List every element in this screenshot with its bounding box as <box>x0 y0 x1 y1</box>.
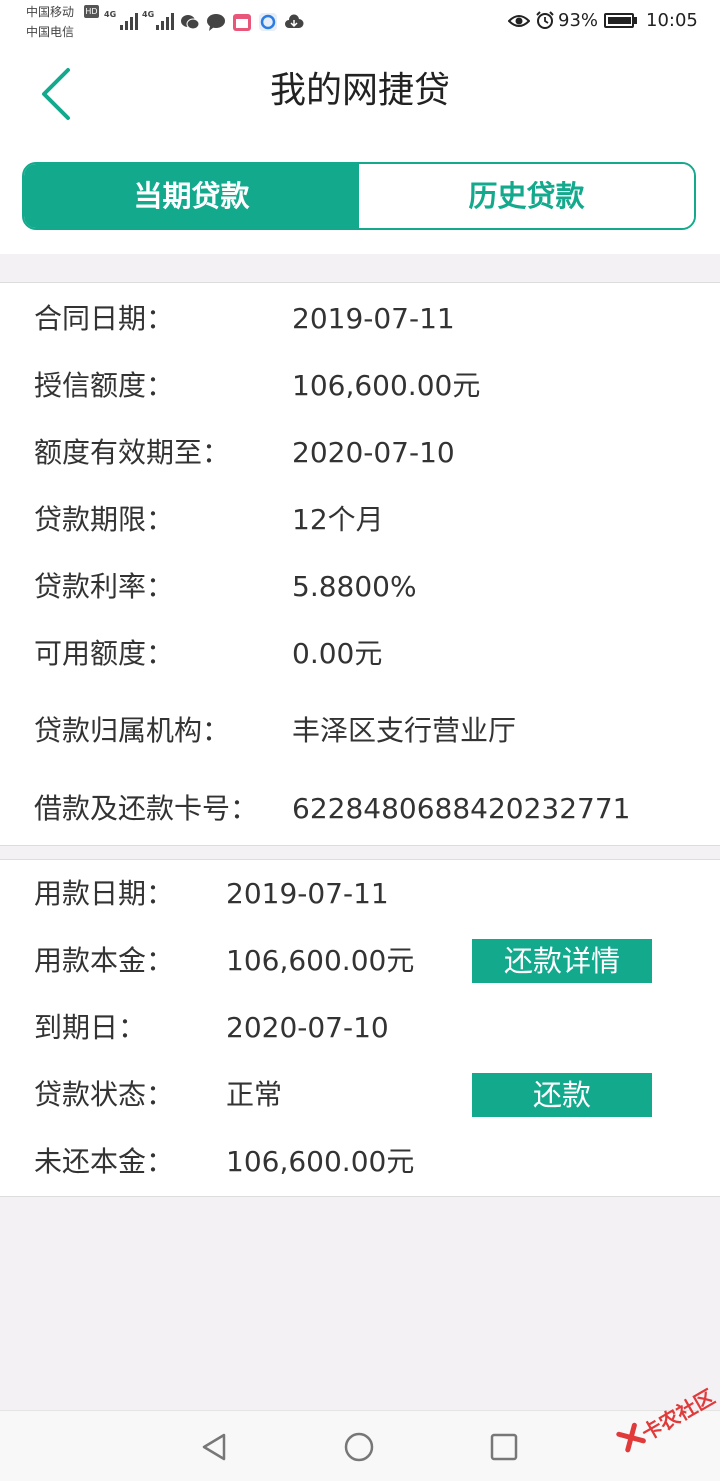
status-bar: 中国移动 中国电信 HD 4G 4G 93% 10:05 <box>0 0 720 46</box>
drawdown-date-value: 2019-07-11 <box>226 877 389 910</box>
signal-strength-icon: 4G <box>142 10 174 30</box>
principal-value: 106,600.00元 <box>226 944 415 977</box>
contract-date-value: 2019-07-11 <box>292 302 455 335</box>
limit-valid-until-value: 2020-07-10 <box>292 436 455 469</box>
repayment-details-button[interactable]: 还款详情 <box>472 939 652 983</box>
tab-history-loan[interactable]: 历史贷款 <box>359 164 694 228</box>
network-type-label: 4G <box>142 10 155 19</box>
hd-badge: HD <box>84 5 99 18</box>
loan-term-label: 贷款期限： <box>34 503 175 536</box>
loan-branch-value: 丰泽区支行营业厅 <box>292 714 517 747</box>
signal-strength-icon: 4G <box>104 10 138 30</box>
interest-rate-value: 5.8800% <box>292 570 417 603</box>
nav-back-button[interactable] <box>196 1429 232 1465</box>
carrier-primary: 中国移动 <box>26 5 75 19</box>
network-type-label: 4G <box>104 10 117 19</box>
triangle-back-icon <box>202 1433 226 1461</box>
nav-recents-button[interactable] <box>486 1429 522 1465</box>
interest-rate-label: 贷款利率： <box>34 570 175 603</box>
loan-term-value: 12个月 <box>292 503 384 536</box>
outstanding-principal-value: 106,600.00元 <box>226 1145 415 1178</box>
page-header: 我的网捷贷 当期贷款 历史贷款 <box>0 46 720 254</box>
repay-button[interactable]: 还款 <box>472 1073 652 1117</box>
drawdown-date-label: 用款日期： <box>34 877 175 910</box>
loan-detail-card: 用款日期： 2019-07-11 用款本金： 106,600.00元 还款详情 … <box>0 859 720 1197</box>
alarm-icon <box>536 11 554 29</box>
square-recents-icon <box>490 1433 518 1461</box>
carrier-secondary: 中国电信 <box>26 25 75 39</box>
card-number-value: 6228480688420232771 <box>292 792 631 825</box>
available-limit-value: 0.00元 <box>292 637 383 670</box>
limit-valid-until-label: 额度有效期至： <box>34 436 231 469</box>
chat-bubble-icon <box>207 14 225 31</box>
due-date-label: 到期日： <box>34 1011 147 1044</box>
credit-limit-label: 授信额度： <box>34 369 175 402</box>
browser-app-icon <box>259 13 277 31</box>
clock-time: 10:05 <box>646 10 698 31</box>
eye-icon <box>508 15 530 27</box>
nav-home-button[interactable] <box>341 1429 377 1465</box>
page-title: 我的网捷贷 <box>269 70 450 111</box>
credit-limit-value: 106,600.00元 <box>292 369 481 402</box>
available-limit-label: 可用额度： <box>34 637 175 670</box>
tab-current-loan[interactable]: 当期贷款 <box>24 164 359 228</box>
cloud-app-icon <box>285 14 304 28</box>
loan-tab-group: 当期贷款 历史贷款 <box>22 162 696 230</box>
contract-date-label: 合同日期： <box>34 302 175 335</box>
loan-status-label: 贷款状态： <box>34 1078 175 1111</box>
card-number-label: 借款及还款卡号： <box>34 792 259 825</box>
wechat-icon <box>181 15 200 30</box>
loan-status-value: 正常 <box>226 1078 283 1111</box>
due-date-value: 2020-07-10 <box>226 1011 389 1044</box>
contract-info-card: 合同日期： 2019-07-11 授信额度： 106,600.00元 额度有效期… <box>0 282 720 846</box>
loan-branch-label: 贷款归属机构： <box>34 714 231 747</box>
calendar-app-icon <box>233 14 251 31</box>
outstanding-principal-label: 未还本金： <box>34 1145 175 1178</box>
circle-home-icon <box>344 1432 374 1462</box>
battery-icon <box>604 13 634 28</box>
battery-percent: 93% <box>558 10 599 31</box>
principal-label: 用款本金： <box>34 944 175 977</box>
